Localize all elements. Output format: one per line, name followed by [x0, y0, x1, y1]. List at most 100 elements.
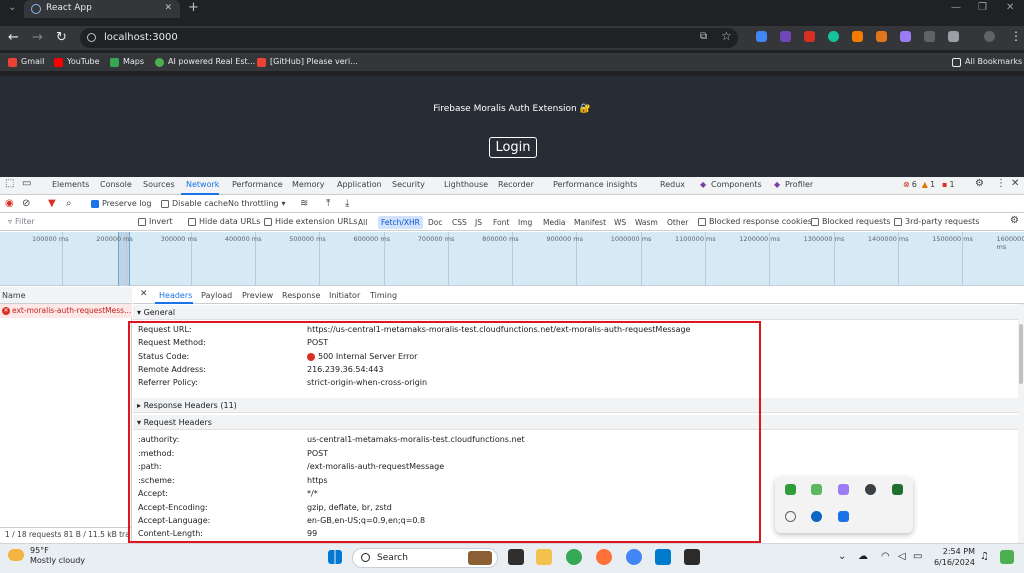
general-section-header[interactable]: ▾ General [133, 305, 1018, 320]
chevron-up-icon[interactable]: ⌄ [838, 551, 846, 562]
device-toolbar-icon[interactable]: ▭ [22, 178, 31, 189]
close-tab-icon[interactable]: ✕ [164, 0, 172, 17]
type-manifest[interactable]: Manifest [571, 216, 609, 229]
devtools-menu-icon[interactable]: ⋮ [996, 178, 1006, 189]
address-bar[interactable]: localhost:3000 [80, 28, 738, 48]
type-all[interactable]: All [355, 216, 370, 229]
extension-icon[interactable] [804, 31, 815, 42]
blocked-cookies-checkbox[interactable]: Blocked response cookies [698, 217, 812, 226]
extension-icon[interactable] [924, 31, 935, 42]
tab-search-icon[interactable]: ⌄ [8, 0, 16, 16]
network-tray-icon[interactable]: ☁ [858, 551, 868, 562]
site-info-icon[interactable] [87, 33, 96, 42]
tab-security[interactable]: Security [392, 180, 425, 189]
filter-settings-icon[interactable]: ⚙ [1010, 215, 1019, 226]
error-counter[interactable]: ⊗ 6 ▲ 1 ▪ 1 [903, 180, 955, 189]
hide-extension-urls-checkbox[interactable]: Hide extension URLs [264, 217, 357, 226]
task-view-icon[interactable] [508, 549, 524, 565]
preserve-log-checkbox[interactable]: Preserve log [91, 199, 152, 208]
tab-sources[interactable]: Sources [143, 180, 175, 189]
type-doc[interactable]: Doc [425, 216, 446, 229]
forward-icon[interactable]: → [32, 30, 43, 45]
tab-timing[interactable]: Timing [370, 291, 397, 300]
back-icon[interactable]: ← [8, 30, 19, 45]
tab-payload[interactable]: Payload [201, 291, 232, 300]
filter-funnel-icon[interactable]: ▼ [48, 198, 56, 209]
install-icon[interactable]: ⧉ [700, 31, 707, 42]
filter-input[interactable]: ▿ Filter [8, 217, 35, 226]
invert-checkbox[interactable]: Invert [138, 217, 173, 226]
name-column-header[interactable]: Name [0, 287, 132, 304]
tab-profiler[interactable]: Profiler [785, 180, 813, 189]
grammarly-icon[interactable] [828, 31, 839, 42]
terminal-icon[interactable] [684, 549, 700, 565]
notification-bell-icon[interactable]: ♫ [980, 551, 989, 562]
menu-icon[interactable]: ⋮ [1010, 29, 1022, 43]
login-button[interactable]: Login [489, 137, 537, 158]
volume-icon[interactable]: ◁ [898, 551, 906, 562]
type-js[interactable]: JS [472, 216, 485, 229]
extension-icon[interactable] [900, 31, 911, 42]
blocked-requests-checkbox[interactable]: Blocked requests [811, 217, 890, 226]
tab-lighthouse[interactable]: Lighthouse [444, 180, 488, 189]
hide-data-urls-checkbox[interactable]: Hide data URLs [188, 217, 260, 226]
clock[interactable]: 2:54 PM 6/16/2024 [925, 546, 975, 568]
new-tab-button[interactable]: + [188, 0, 199, 16]
bookmark-gmail[interactable]: Gmail [8, 54, 44, 70]
export-har-icon[interactable]: ⤓ [345, 198, 349, 209]
chrome-icon[interactable] [566, 549, 582, 565]
restore-icon[interactable]: ❐ [978, 0, 987, 16]
type-img[interactable]: Img [515, 216, 535, 229]
clear-icon[interactable]: ⊘ [22, 198, 30, 209]
tab-redux[interactable]: Redux [660, 180, 685, 189]
tray-pen-icon[interactable] [838, 484, 849, 495]
windows-start-icon[interactable] [328, 550, 342, 564]
scrollbar[interactable] [1018, 304, 1024, 543]
tray-app-icon[interactable] [811, 484, 822, 495]
tab-headers[interactable]: Headers [159, 291, 192, 300]
type-font[interactable]: Font [490, 216, 512, 229]
browser-tab[interactable]: React App ✕ [24, 0, 180, 18]
profile-avatar[interactable] [984, 31, 995, 42]
import-har-icon[interactable]: ⤒ [326, 198, 330, 209]
close-detail-icon[interactable]: ✕ [140, 289, 148, 299]
tray-shield-icon[interactable] [785, 484, 796, 495]
tab-performance[interactable]: Performance [232, 180, 283, 189]
tray-security-icon[interactable] [838, 511, 849, 522]
scrollbar-thumb[interactable] [1019, 324, 1023, 384]
tab-console[interactable]: Console [100, 180, 132, 189]
all-bookmarks[interactable]: All Bookmarks [952, 54, 1022, 70]
type-ws[interactable]: WS [611, 216, 629, 229]
request-row[interactable]: ✕ ext-moralis-auth-requestMess... [0, 304, 132, 318]
weather-widget[interactable]: 95°F Mostly cloudy [8, 546, 85, 566]
type-fetch-xhr[interactable]: Fetch/XHR [378, 216, 423, 229]
bookmark-youtube[interactable]: YouTube [54, 54, 100, 70]
network-conditions-icon[interactable]: ≋ [300, 198, 308, 209]
bookmark-github[interactable]: [GitHub] Please veri... [257, 54, 358, 70]
bookmark-ai-real-estate[interactable]: AI powered Real Est... [155, 54, 255, 70]
search-icon[interactable]: ⌕ [66, 198, 72, 209]
bookmark-star-icon[interactable]: ☆ [721, 29, 732, 43]
metamask-icon[interactable] [876, 31, 887, 42]
throttling-select[interactable]: No throttling ▾ [228, 199, 286, 208]
bookmark-maps[interactable]: Maps [110, 54, 144, 70]
type-wasm[interactable]: Wasm [632, 216, 661, 229]
reload-icon[interactable]: ↻ [56, 30, 67, 45]
tray-app-icon[interactable] [865, 484, 876, 495]
extension-icon[interactable] [780, 31, 791, 42]
settings-gear-icon[interactable]: ⚙ [975, 178, 984, 189]
file-explorer-icon[interactable] [536, 549, 552, 565]
tab-preview[interactable]: Preview [242, 291, 273, 300]
tab-recorder[interactable]: Recorder [498, 180, 534, 189]
minimize-icon[interactable]: — [951, 0, 961, 16]
tab-memory[interactable]: Memory [292, 180, 325, 189]
type-other[interactable]: Other [664, 216, 691, 229]
tab-response[interactable]: Response [282, 291, 320, 300]
wifi-icon[interactable]: ◠ [881, 551, 890, 562]
tab-performance-insights[interactable]: Performance insights [553, 180, 637, 189]
inspect-element-icon[interactable]: ⬚ [5, 178, 14, 189]
extension-icon[interactable] [756, 31, 767, 42]
record-icon[interactable]: ◉ [5, 198, 14, 209]
disable-cache-checkbox[interactable]: Disable cache [161, 199, 228, 208]
tab-network[interactable]: Network [186, 180, 219, 189]
